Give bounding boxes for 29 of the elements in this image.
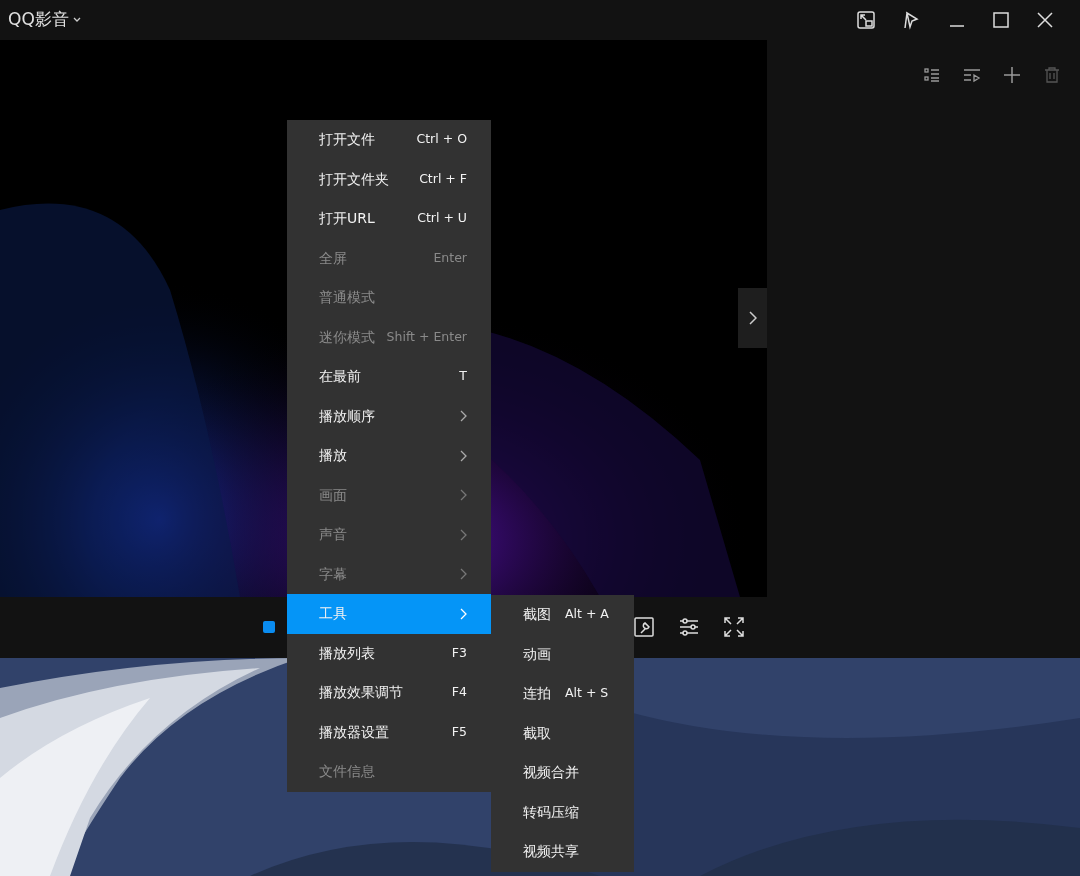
menu-item[interactable]: 视频合并 <box>491 753 634 793</box>
maximize-icon[interactable] <box>992 11 1010 29</box>
menu-item[interactable]: 播放 <box>287 436 491 476</box>
menu-item[interactable]: 动画 <box>491 634 634 674</box>
menu-item[interactable]: 播放顺序 <box>287 396 491 436</box>
menu-item[interactable]: 连拍 Alt + S <box>491 674 634 714</box>
sliders-icon[interactable] <box>679 617 699 637</box>
menu-item[interactable]: 转码压缩 <box>491 792 634 832</box>
fullscreen-icon[interactable] <box>724 617 744 637</box>
window-title[interactable]: QQ影音 <box>8 7 69 33</box>
add-icon[interactable] <box>1003 66 1021 84</box>
menu-item[interactable]: 打开文件 Ctrl + O <box>287 120 491 160</box>
chevron-right-icon <box>748 311 757 325</box>
wrench-icon[interactable] <box>634 617 654 637</box>
chevron-down-icon[interactable] <box>72 17 81 23</box>
playlist-icon[interactable] <box>963 66 981 84</box>
menu-item[interactable]: 播放效果调节 F4 <box>287 673 491 713</box>
close-icon[interactable] <box>1036 11 1054 29</box>
stop-icon[interactable] <box>263 621 275 633</box>
menu-item[interactable]: 在最前 T <box>287 357 491 397</box>
menu-item[interactable]: 截取 <box>491 713 634 753</box>
picture-in-picture-icon[interactable] <box>856 10 876 30</box>
menu-item[interactable]: 截图 Alt + A <box>491 595 634 635</box>
menu-item[interactable]: 打开文件夹 Ctrl + F <box>287 159 491 199</box>
menu-item[interactable]: 视频共享 <box>491 832 634 872</box>
menu-item[interactable]: 播放器设置 F5 <box>287 712 491 752</box>
menu-item[interactable]: 打开URL Ctrl + U <box>287 199 491 239</box>
menu-item[interactable]: 播放列表 F3 <box>287 633 491 673</box>
list-icon[interactable] <box>923 66 941 84</box>
